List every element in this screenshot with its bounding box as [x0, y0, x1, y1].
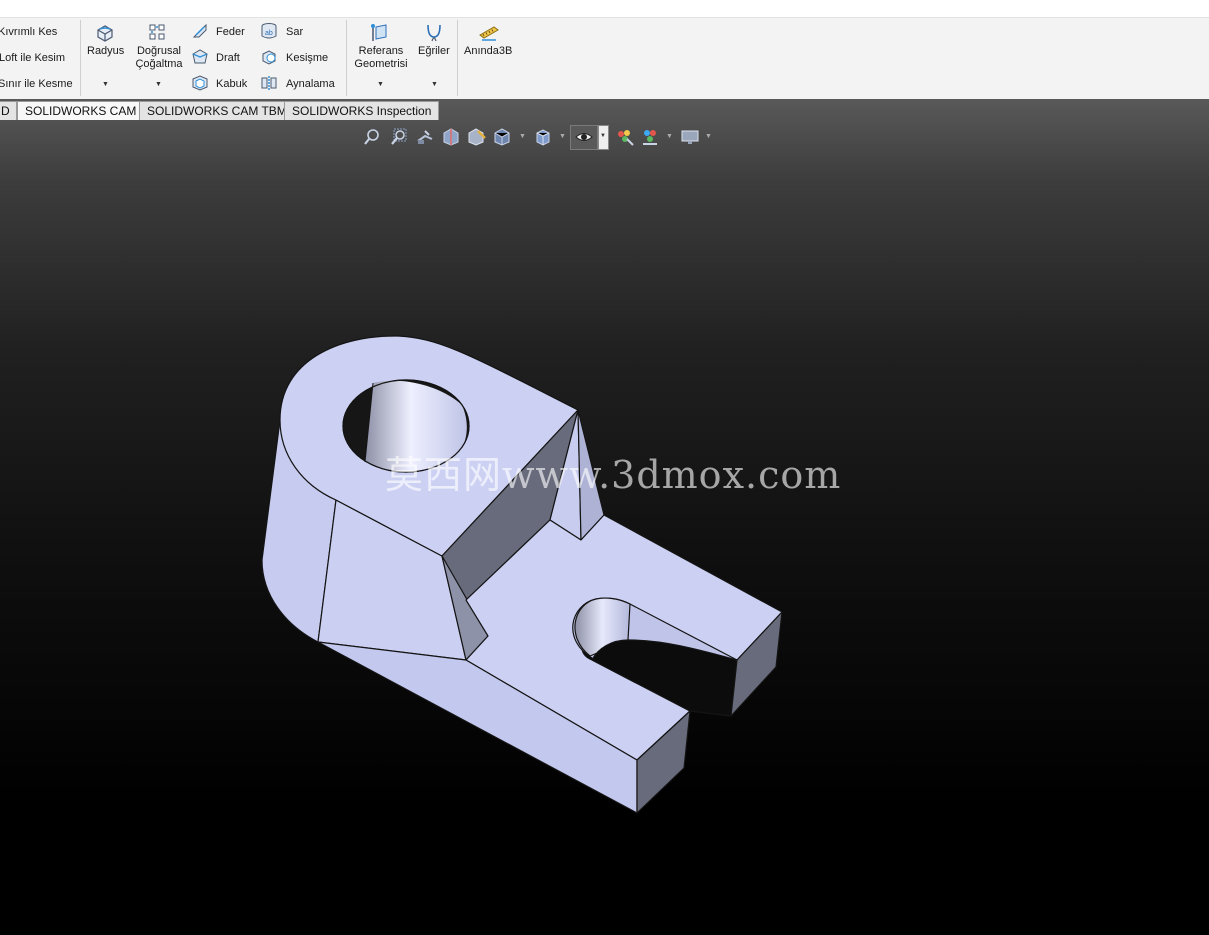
watermark-text: 莫西网www.3dmox.com	[385, 453, 842, 497]
